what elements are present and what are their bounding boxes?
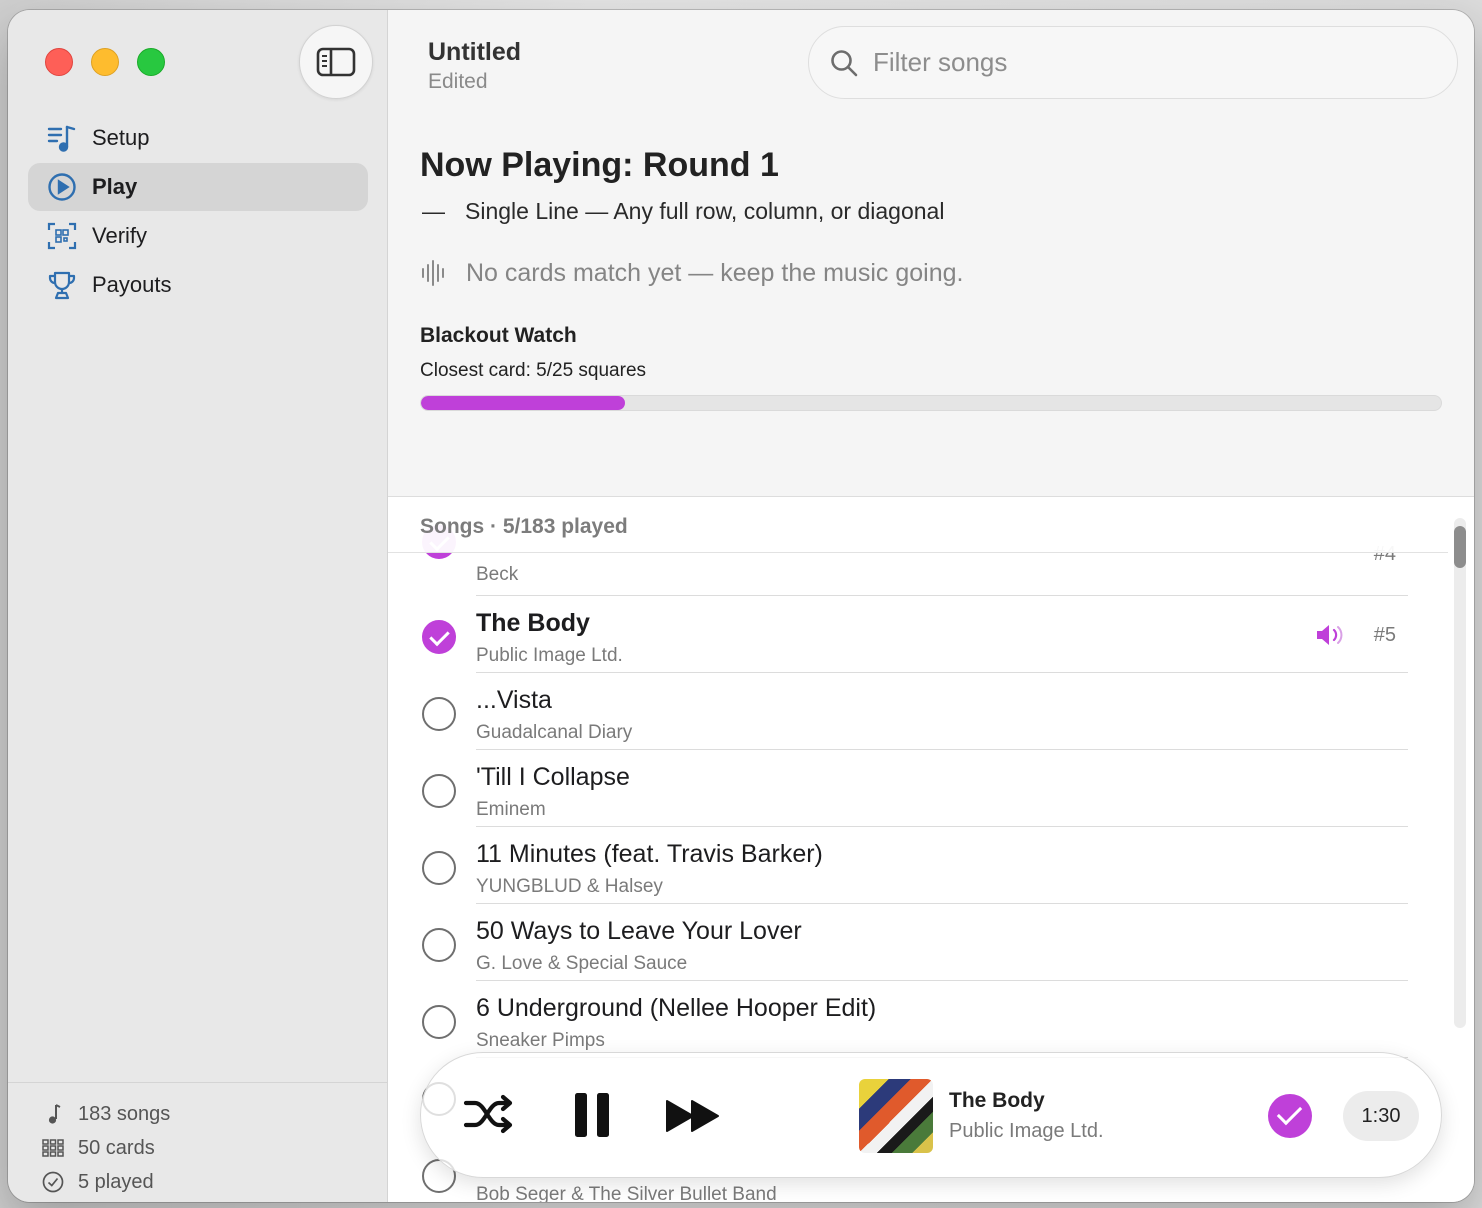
blackout-progress-bar (420, 395, 1442, 411)
song-title: 11 Minutes (feat. Travis Barker) (476, 840, 823, 868)
mark-played-button[interactable] (1268, 1094, 1312, 1138)
song-row[interactable]: 50 Ways to Leave Your Lover G. Love & Sp… (388, 904, 1448, 981)
sidebar-item-verify[interactable]: Verify (28, 212, 368, 260)
song-artist: Guadalcanal Diary (476, 722, 633, 743)
song-row[interactable]: 'Till I Collapse Eminem (388, 750, 1448, 827)
blackout-closest-card: Closest card: 5/25 squares (420, 360, 647, 381)
next-button[interactable] (665, 1099, 721, 1133)
songs-count: 183 songs (78, 1102, 171, 1125)
qr-scan-icon (46, 220, 78, 252)
waveform-icon (422, 260, 444, 286)
songs-scrollbar[interactable] (1454, 518, 1466, 1028)
grid-icon (42, 1139, 64, 1157)
pause-icon (575, 1093, 609, 1137)
player-song-title: The Body (949, 1089, 1045, 1112)
played-checkbox[interactable] (422, 1005, 456, 1039)
minimize-window-button[interactable] (91, 48, 119, 76)
music-note-icon (42, 1103, 64, 1125)
document-title: Untitled (428, 38, 522, 66)
song-title: 6 Underground (Nellee Hooper Edit) (476, 994, 877, 1022)
app-window: Setup Play Verify Payouts 183 songs 50 c… (8, 10, 1474, 1202)
sidebar-item-label: Verify (92, 223, 148, 248)
footer-played: 5 played (42, 1165, 387, 1199)
song-title: ...Vista (476, 686, 552, 714)
music-list-icon (46, 122, 78, 154)
sidebar-item-label: Payouts (92, 272, 172, 297)
pause-button[interactable] (573, 1091, 613, 1139)
song-title: The Body (476, 609, 590, 637)
footer-cards: 50 cards (42, 1131, 387, 1165)
play-circle-icon (46, 171, 78, 203)
song-artist: Sneaker Pimps (476, 1030, 605, 1051)
playback-time: 1:30 (1343, 1091, 1419, 1141)
match-status-text: No cards match yet — keep the music goin… (466, 258, 964, 287)
played-checkbox[interactable] (422, 928, 456, 962)
pattern-dash: — (422, 198, 445, 224)
search-field[interactable] (808, 26, 1458, 99)
document-subtitle: Edited (428, 70, 488, 93)
footer-songs: 183 songs (42, 1097, 387, 1131)
song-row[interactable]: The Body Public Image Ltd. #5 (388, 596, 1448, 673)
song-title: 'Till I Collapse (476, 763, 630, 791)
pattern-text: Single Line — Any full row, column, or d… (465, 198, 945, 224)
checkmark-circle-icon (42, 1171, 64, 1193)
sidebar-item-label: Play (92, 174, 138, 199)
sidebar-item-play[interactable]: Play (28, 163, 368, 211)
main-content: Untitled Edited Now Playing: Round 1 — S… (388, 10, 1474, 1202)
played-checkbox[interactable] (422, 697, 456, 731)
pattern-description: — Single Line — Any full row, column, or… (422, 198, 944, 225)
sidebar-icon (316, 47, 356, 77)
trophy-icon (46, 269, 78, 301)
song-row[interactable]: 6 Underground (Nellee Hooper Edit) Sneak… (388, 981, 1448, 1058)
player-bar: The Body Public Image Ltd. 1:30 (420, 1052, 1442, 1178)
album-artwork (859, 1079, 933, 1153)
song-number: #5 (1373, 624, 1396, 646)
close-window-button[interactable] (45, 48, 73, 76)
song-artist: Beck (476, 564, 519, 585)
sidebar-item-label: Setup (92, 125, 150, 150)
sidebar-item-setup[interactable]: Setup (28, 114, 368, 162)
song-row[interactable]: 11 Minutes (feat. Travis Barker) YUNGBLU… (388, 827, 1448, 904)
match-status: No cards match yet — keep the music goin… (420, 258, 963, 288)
song-artist: YUNGBLUD & Halsey (476, 876, 663, 897)
blackout-watch-title: Blackout Watch (420, 324, 577, 347)
blackout-progress-fill (421, 396, 625, 410)
shuffle-button[interactable] (463, 1093, 515, 1135)
played-checkbox[interactable] (422, 774, 456, 808)
played-count: 5 played (78, 1170, 154, 1193)
song-artist: Bob Seger & The Silver Bullet Band (476, 1184, 777, 1202)
sidebar: Setup Play Verify Payouts 183 songs 50 c… (8, 10, 388, 1202)
search-icon (831, 49, 858, 76)
player-song-artist: Public Image Ltd. (949, 1120, 1104, 1142)
shuffle-icon (463, 1094, 513, 1134)
maximize-window-button[interactable] (137, 48, 165, 76)
now-playing-title: Now Playing: Round 1 (420, 146, 779, 184)
window-controls (45, 48, 165, 76)
cards-count: 50 cards (78, 1136, 155, 1159)
played-checkbox[interactable] (422, 620, 456, 654)
played-checkbox[interactable] (422, 851, 456, 885)
sidebar-footer: 183 songs 50 cards 5 played (8, 1082, 387, 1202)
song-title: 50 Ways to Leave Your Lover (476, 917, 802, 945)
sidebar-item-payouts[interactable]: Payouts (28, 261, 368, 309)
song-artist: G. Love & Special Sauce (476, 953, 688, 974)
song-artist: Public Image Ltd. (476, 645, 623, 666)
fast-forward-icon (666, 1100, 719, 1132)
song-artist: Eminem (476, 799, 546, 820)
sidebar-nav: Setup Play Verify Payouts (28, 114, 368, 310)
scrollbar-thumb[interactable] (1454, 526, 1466, 568)
songs-header: Songs · 5/183 played (388, 497, 1448, 553)
search-input[interactable] (873, 47, 1433, 78)
song-row[interactable]: ...Vista Guadalcanal Diary (388, 673, 1448, 750)
speaker-playing-icon (1317, 625, 1343, 645)
sidebar-toggle-button[interactable] (299, 25, 373, 99)
